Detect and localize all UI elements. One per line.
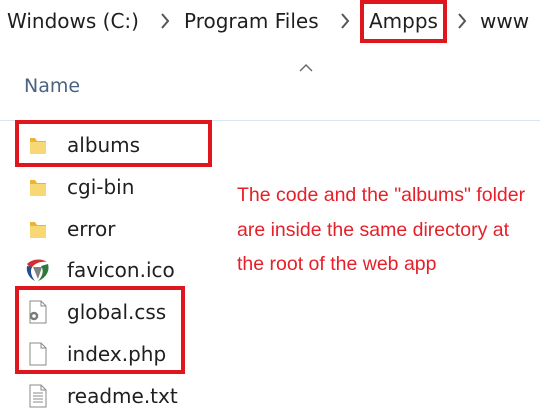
file-name: readme.txt bbox=[67, 384, 178, 408]
chevron-right-icon[interactable] bbox=[457, 12, 467, 30]
folder-icon bbox=[24, 217, 50, 241]
chevron-right-icon[interactable] bbox=[340, 12, 350, 30]
folder-icon bbox=[24, 175, 50, 199]
file-name: favicon.ico bbox=[67, 258, 175, 282]
text-file-icon bbox=[24, 384, 50, 408]
chevron-right-icon[interactable] bbox=[160, 12, 170, 30]
file-row-readme[interactable]: readme.txt bbox=[0, 376, 540, 416]
breadcrumb-item-program-files[interactable]: Program Files bbox=[184, 9, 319, 33]
file-name: error bbox=[67, 217, 116, 241]
highlight-box-albums bbox=[15, 120, 212, 167]
highlight-box-ampps bbox=[360, 0, 447, 43]
favicon-icon bbox=[24, 258, 50, 282]
file-name: cgi-bin bbox=[67, 175, 135, 199]
column-header-name[interactable]: Name bbox=[24, 74, 80, 98]
highlight-box-code-files bbox=[15, 286, 185, 374]
caret-up-icon[interactable] bbox=[298, 58, 314, 72]
annotation-text: The code and the "albums" folder are ins… bbox=[237, 184, 526, 275]
breadcrumb-item-www[interactable]: www bbox=[480, 9, 529, 33]
breadcrumb-item-windows-c[interactable]: Windows (C:) bbox=[7, 9, 139, 33]
breadcrumb: Windows (C:) Program Files Ampps www bbox=[0, 0, 540, 42]
